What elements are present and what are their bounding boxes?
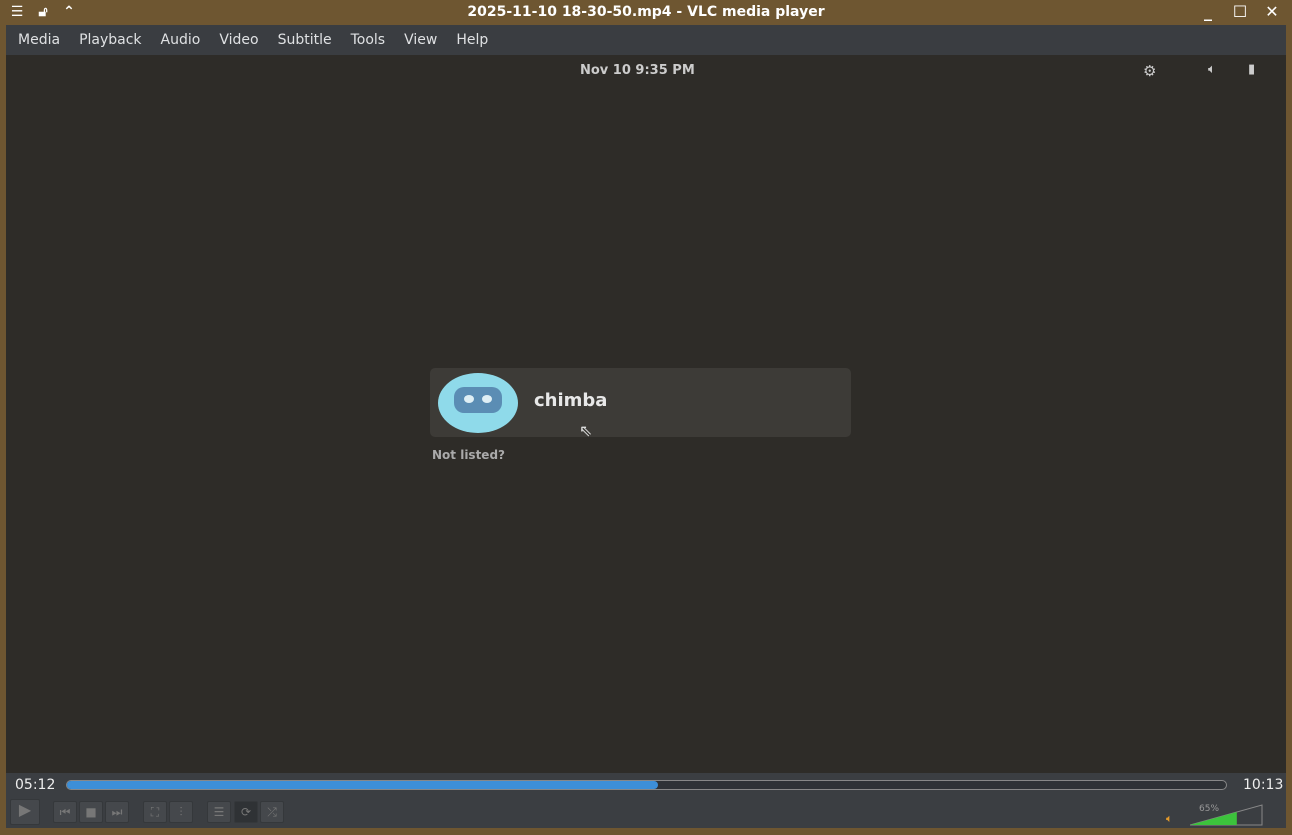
robot-avatar-icon <box>438 373 518 433</box>
playlist-button[interactable]: ☰ <box>207 801 231 823</box>
menu-tools[interactable]: Tools <box>351 32 386 48</box>
elapsed-time: 05:12 <box>15 777 56 793</box>
seek-bar[interactable] <box>66 780 1227 790</box>
video-clock: Nov 10 9:35 PM <box>580 63 695 78</box>
not-listed-link: Not listed? <box>432 448 505 462</box>
volume-slider[interactable] <box>1190 803 1264 827</box>
menu-subtitle[interactable]: Subtitle <box>278 32 332 48</box>
volume-icon: 🔈︎ <box>1208 62 1216 77</box>
speaker-icon[interactable]: 🔈︎ <box>1166 812 1173 826</box>
next-button[interactable]: ⏭ <box>105 801 129 823</box>
extended-settings-button[interactable]: ⫶ <box>169 801 193 823</box>
minimize-button[interactable]: _ <box>1198 2 1218 22</box>
menu-view[interactable]: View <box>404 32 437 48</box>
previous-button[interactable]: ⏮ <box>53 801 77 823</box>
menu-video[interactable]: Video <box>219 32 258 48</box>
menu-audio[interactable]: Audio <box>161 32 201 48</box>
fullscreen-button[interactable]: ⛶ <box>143 801 167 823</box>
menu-bar: Media Playback Audio Video Subtitle Tool… <box>6 25 1286 55</box>
shuffle-button[interactable]: ⤮ <box>260 801 284 823</box>
power-icon: ▮ <box>1248 62 1256 77</box>
user-name: chimba <box>534 390 608 411</box>
menu-help[interactable]: Help <box>456 32 488 48</box>
maximize-button[interactable]: ☐ <box>1230 2 1250 22</box>
controls-bar: 05:12 10:13 ▶ ⏮ ■ ⏭ ⛶ ⫶ ☰ ⟳ ⤮ 🔈︎ 65% <box>6 773 1286 828</box>
stop-button[interactable]: ■ <box>79 801 103 823</box>
menu-playback[interactable]: Playback <box>79 32 141 48</box>
title-bar: ☰ 🔓︎ ⌃ 2025-11-10 18-30-50.mp4 - VLC med… <box>0 0 1292 25</box>
menu-media[interactable]: Media <box>18 32 60 48</box>
play-button[interactable]: ▶ <box>10 799 40 825</box>
total-time: 10:13 <box>1243 777 1284 793</box>
cursor-icon: ⇖ <box>579 421 593 440</box>
window-title: 2025-11-10 18-30-50.mp4 - VLC media play… <box>467 4 825 20</box>
close-button[interactable]: ✕ <box>1262 2 1282 22</box>
user-card: chimba <box>430 368 851 437</box>
video-area[interactable]: Nov 10 9:35 PM ⚙ 🔈︎ ▮ chimba ⇖ Not liste… <box>6 55 1286 773</box>
seek-progress <box>67 781 659 789</box>
settings-icon: ⚙ <box>1143 62 1157 80</box>
loop-button[interactable]: ⟳ <box>234 801 258 823</box>
